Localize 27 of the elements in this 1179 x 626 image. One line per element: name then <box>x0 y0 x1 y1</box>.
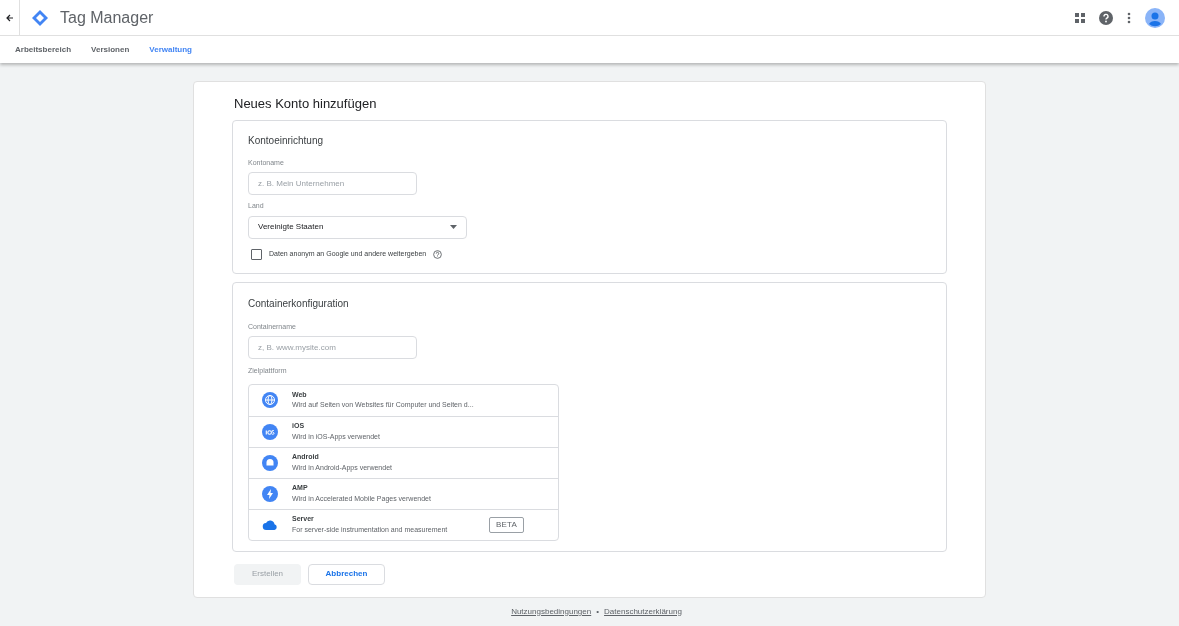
apps-grid-icon[interactable] <box>1075 12 1085 23</box>
nav-tab[interactable]: Versionen <box>91 43 130 56</box>
help-outline-icon[interactable] <box>433 249 443 259</box>
footer-link[interactable]: Nutzungsbedingungen <box>511 605 592 618</box>
cancel-button[interactable]: Abbrechen <box>308 563 385 585</box>
more-vertical-icon[interactable] <box>1127 11 1131 24</box>
share-checkbox[interactable] <box>251 248 262 260</box>
separator: • <box>596 605 600 618</box>
country-dropdown[interactable]: Vereinigte Staaten <box>248 215 467 239</box>
nav-tab[interactable]: Arbeitsbereich <box>15 43 72 56</box>
section-heading: Kontoeinrichtung <box>248 133 325 148</box>
diamond-logo-icon <box>31 8 49 27</box>
help-icon[interactable] <box>1099 10 1113 25</box>
beta-badge: BETA <box>488 516 524 533</box>
avatar-icon[interactable] <box>1145 7 1165 28</box>
nav-tab[interactable]: Verwaltung <box>149 43 192 56</box>
footer-link[interactable]: Datenschutzerklärung <box>604 605 682 618</box>
back-arrow-icon[interactable] <box>5 13 14 22</box>
lightning-icon <box>262 485 278 502</box>
account-name-field[interactable]: z. B. Mein Unternehmen <box>248 172 417 195</box>
ios-icon <box>262 423 278 440</box>
app-title: Tag Manager <box>60 7 154 28</box>
globe-icon <box>262 392 278 408</box>
container-name-field[interactable]: z, B. www.mysite.com <box>248 336 417 359</box>
dropdown-arrow-icon <box>450 225 457 229</box>
page-title: Neues Konto hinzufügen <box>234 95 378 113</box>
section-heading: Containerkonfiguration <box>248 296 350 311</box>
